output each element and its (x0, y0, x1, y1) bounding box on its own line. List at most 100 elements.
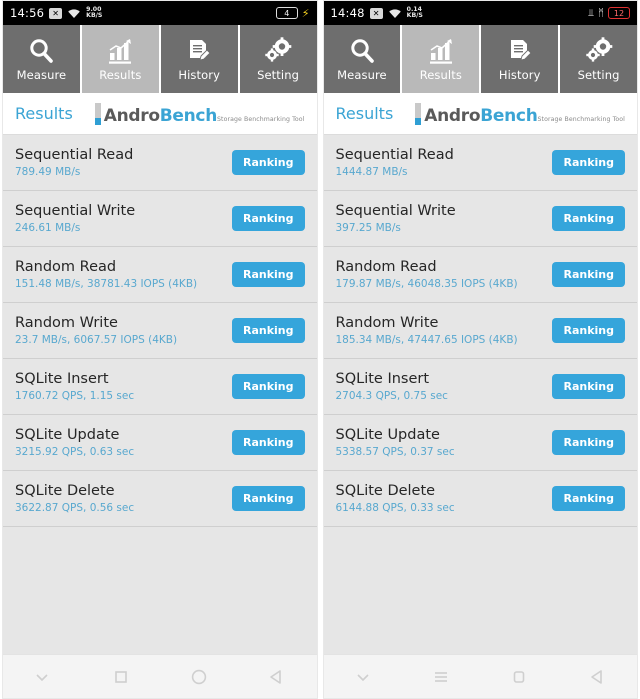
ranking-button[interactable]: Ranking (552, 374, 625, 399)
page-title: Results (15, 104, 73, 123)
tab-label: History (178, 67, 220, 82)
app-header: Results AndroBenchStorage Benchmarking To… (323, 93, 637, 135)
tab-results[interactable]: Results (402, 25, 482, 93)
tab-history[interactable]: History (481, 25, 561, 93)
result-value: 5338.57 QPS, 0.37 sec (335, 446, 455, 458)
result-value: 789.49 MB/s (15, 166, 81, 178)
result-title: Sequential Write (335, 203, 456, 219)
wifi-icon (67, 7, 81, 19)
brand-tagline: Storage Benchmarking Tool (537, 115, 625, 123)
benchmark-results-list: Sequential Read 789.49 MB/s Ranking Sequent… (3, 135, 317, 654)
document-pen-icon (506, 37, 534, 65)
result-row: SQLite Update 3215.92 QPS, 0.63 sec Rankin… (3, 415, 317, 471)
result-value: 2704.3 QPS, 0.75 sec (335, 390, 448, 402)
tab-results[interactable]: Results (81, 25, 161, 93)
result-row: Random Write 185.34 MB/s, 47447.65 IOPS (… (323, 303, 637, 359)
bluetooth-icon: ᛗ (598, 7, 604, 19)
result-title: SQLite Update (15, 427, 120, 443)
wifi-icon (388, 7, 402, 19)
ranking-button[interactable]: Ranking (552, 206, 625, 231)
result-value: 179.87 MB/s, 46048.35 IOPS (4KB) (335, 278, 518, 290)
result-title: SQLite Insert (15, 371, 109, 387)
ranking-button[interactable]: Ranking (231, 150, 305, 175)
app-header: Results AndroBenchStorage Benchmarking To… (3, 93, 317, 135)
triangle-back-icon[interactable] (575, 662, 621, 692)
tab-label: Results (99, 67, 142, 82)
system-navigation-bar (3, 654, 317, 698)
tab-measure[interactable]: Measure (3, 25, 82, 93)
circle-home-icon[interactable] (176, 662, 222, 692)
ranking-button[interactable]: Ranking (231, 318, 305, 343)
ranking-button[interactable]: Ranking (552, 486, 625, 511)
tab-label: Results (419, 67, 462, 82)
document-pen-icon (185, 37, 213, 65)
result-row: Sequential Write 397.25 MB/s Ranking (323, 191, 637, 247)
result-value: 151.48 MB/s, 38781.43 IOPS (4KB) (15, 278, 198, 290)
result-title: SQLite Delete (335, 483, 436, 499)
tab-history[interactable]: History (160, 25, 240, 93)
result-value: 397.25 MB/s (335, 222, 401, 234)
result-title: Random Read (15, 259, 117, 275)
ranking-button[interactable]: Ranking (552, 262, 625, 287)
ranking-button[interactable]: Ranking (552, 150, 625, 175)
logo-bar-icon (415, 102, 422, 125)
network-speed-indicator: 0.14 KB/S (406, 6, 423, 19)
ranking-button[interactable]: Ranking (231, 486, 305, 511)
brand-name-second: Bench (159, 105, 218, 126)
androbench-logo: AndroBenchStorage Benchmarking Tool (94, 102, 305, 126)
brand-name-first: Andro (103, 105, 160, 126)
result-value: 246.61 MB/s (15, 222, 81, 234)
chevron-down-icon[interactable] (340, 662, 386, 692)
result-value: 1760.72 QPS, 1.15 sec (15, 390, 135, 402)
page-title: Results (335, 104, 394, 123)
status-time: 14:56 (10, 6, 45, 20)
result-row: SQLite Update 5338.57 QPS, 0.37 sec Rankin… (323, 415, 637, 471)
tab-setting[interactable]: Setting (560, 25, 637, 93)
result-title: Sequential Read (15, 147, 134, 163)
tab-setting[interactable]: Setting (239, 25, 317, 93)
system-navigation-bar (323, 654, 637, 698)
benchmark-results-list: Sequential Read 1444.87 MB/s Ranking Sequen… (323, 135, 637, 654)
ranking-button[interactable]: Ranking (231, 374, 305, 399)
result-value: 6144.88 QPS, 0.33 sec (335, 502, 455, 514)
result-title: SQLite Update (335, 427, 440, 443)
result-title: SQLite Insert (335, 371, 430, 387)
magnifier-icon (27, 37, 55, 65)
result-row: SQLite Insert 2704.3 QPS, 0.75 sec Ranking (323, 359, 637, 415)
result-title: Random Read (335, 259, 437, 275)
gears-icon (264, 36, 292, 65)
main-tab-bar: Measure Results History Setting (323, 25, 637, 93)
result-row: SQLite Delete 3622.87 QPS, 0.56 sec Rankin… (3, 471, 317, 527)
hamburger-menu-icon[interactable] (418, 662, 464, 692)
charging-bolt-icon: ⚡ (301, 6, 310, 20)
result-value: 1444.87 MB/s (335, 166, 408, 178)
status-time: 14:48 (330, 6, 365, 20)
result-title: Sequential Write (15, 203, 136, 219)
chevron-down-icon[interactable] (19, 662, 65, 692)
tab-label: Setting (577, 67, 620, 82)
brand-name-second: Bench (480, 105, 538, 126)
tab-label: History (498, 67, 541, 82)
result-title: Random Write (15, 315, 118, 331)
result-row: SQLite Delete 6144.88 QPS, 0.33 sec Rankin… (323, 471, 637, 527)
ranking-button[interactable]: Ranking (231, 262, 305, 287)
rounded-square-home-icon[interactable] (496, 662, 542, 692)
close-notification-icon: ✕ (369, 7, 383, 19)
ranking-button[interactable]: Ranking (231, 430, 305, 455)
result-row: Sequential Read 1444.87 MB/s Ranking (323, 135, 637, 191)
magnifier-icon (348, 37, 376, 65)
tab-measure[interactable]: Measure (323, 25, 403, 93)
result-title: Sequential Read (335, 147, 454, 163)
result-row: Random Write 23.7 MB/s, 6067.57 IOPS (4KB… (3, 303, 317, 359)
androbench-logo: AndroBenchStorage Benchmarking Tool (415, 102, 625, 126)
triangle-back-icon[interactable] (254, 662, 300, 692)
square-recents-icon[interactable] (98, 662, 144, 692)
vibrate-icon: ⫫ (588, 7, 594, 19)
ranking-button[interactable]: Ranking (552, 430, 625, 455)
battery-indicator: 12 (608, 7, 630, 19)
tab-label: Measure (16, 67, 67, 82)
bar-chart-icon (106, 37, 134, 65)
ranking-button[interactable]: Ranking (231, 206, 305, 231)
ranking-button[interactable]: Ranking (552, 318, 625, 343)
gears-icon (585, 36, 613, 65)
